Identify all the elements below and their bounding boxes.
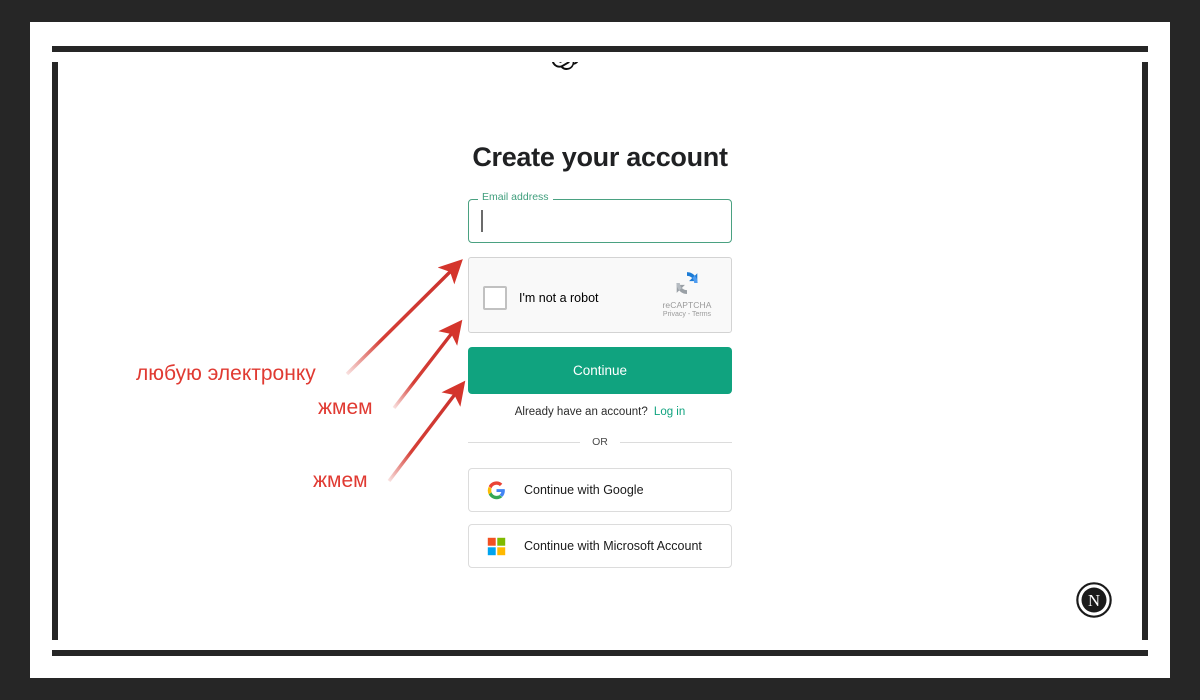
annotation-label-email: любую электронку	[136, 362, 316, 385]
n-circle-watermark-icon: N	[1076, 582, 1112, 618]
email-field[interactable]: Email address	[468, 192, 732, 243]
frame-strip-right	[1148, 22, 1170, 678]
annotation-label-continue: жмем	[313, 469, 368, 492]
frame-strip-left	[30, 22, 52, 678]
text-caret	[481, 210, 483, 232]
recaptcha-checkbox[interactable]	[483, 286, 507, 310]
recaptcha-label: I'm not a robot	[519, 291, 599, 305]
svg-text:N: N	[1088, 591, 1100, 610]
google-button-label: Continue with Google	[524, 483, 644, 497]
signup-page: Create your account Email address I'm no…	[58, 62, 1142, 640]
recaptcha-brand-name: reCAPTCHA	[662, 300, 712, 310]
google-logo-icon	[487, 480, 505, 499]
continue-button[interactable]: Continue	[468, 347, 732, 394]
recaptcha-legal-links[interactable]: Privacy - Terms	[651, 311, 723, 318]
recaptcha-branding: reCAPTCHA Privacy - Terms	[651, 268, 723, 318]
frame-strip-top-inner	[30, 52, 1170, 62]
login-link[interactable]: Log in	[654, 406, 685, 418]
frame-strip-bottom-inner	[30, 640, 1170, 650]
recaptcha-link-separator: -	[687, 311, 691, 318]
annotation-label-recaptcha: жмем	[318, 396, 373, 419]
frame-strip-bottom-outer	[30, 656, 1170, 678]
recaptcha-logo-icon	[676, 272, 698, 294]
microsoft-button-label: Continue with Microsoft Account	[524, 539, 702, 553]
divider-line-right	[619, 441, 732, 443]
auth-form: Create your account Email address I'm no…	[468, 142, 732, 580]
microsoft-logo-icon	[487, 537, 506, 555]
recaptcha-privacy-link[interactable]: Privacy	[663, 311, 686, 318]
frame-strip-top-outer	[30, 22, 1170, 46]
login-prompt: Already have an account? Log in	[468, 406, 732, 418]
divider-line-left	[468, 441, 581, 443]
email-field-label: Email address	[478, 192, 553, 203]
continue-with-google-button[interactable]: Continue with Google	[468, 468, 732, 512]
divider-label: OR	[592, 436, 608, 448]
page-title: Create your account	[472, 142, 728, 172]
continue-with-microsoft-button[interactable]: Continue with Microsoft Account	[468, 524, 732, 568]
openai-logo-icon	[552, 62, 579, 70]
recaptcha-terms-link[interactable]: Terms	[692, 311, 711, 318]
or-divider: OR	[468, 436, 732, 448]
recaptcha-widget[interactable]: I'm not a robot reCAPTCHA Privacy - Term…	[468, 257, 732, 333]
login-prompt-text: Already have an account?	[514, 406, 648, 418]
